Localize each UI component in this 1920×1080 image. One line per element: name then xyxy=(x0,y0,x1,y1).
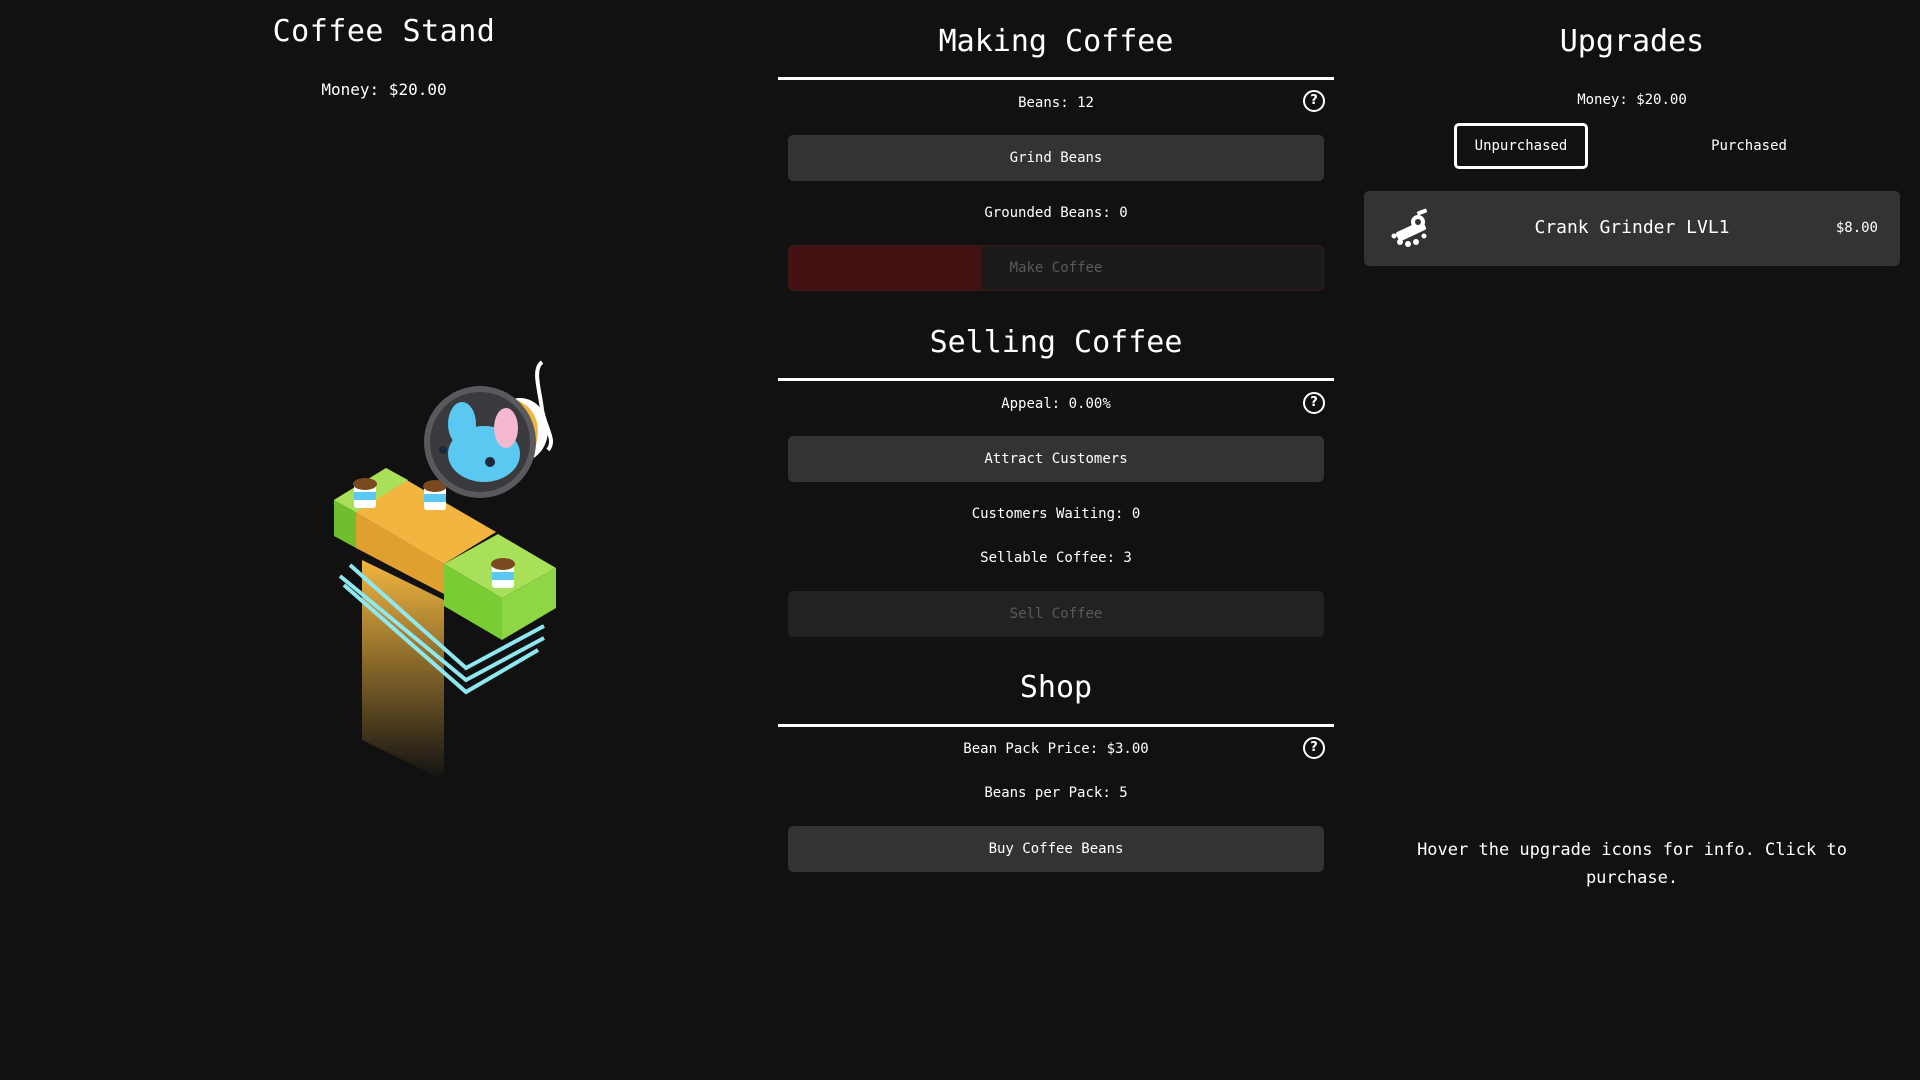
grounded-beans-count: Grounded Beans: 0 xyxy=(984,205,1128,221)
appeal-value: Appeal: 0.00% xyxy=(1001,396,1111,412)
sell-coffee-button[interactable]: Sell Coffee xyxy=(788,591,1324,637)
bean-pack-price: Bean Pack Price: $3.00 xyxy=(963,741,1149,757)
shop-help-icon[interactable]: ? xyxy=(1303,737,1325,759)
shop-title: Shop xyxy=(1019,670,1093,705)
coffee-stand-title: Coffee Stand xyxy=(272,14,496,49)
stand-leg xyxy=(362,560,444,780)
sellable-coffee-count: Sellable Coffee: 3 xyxy=(980,550,1132,566)
shop-divider xyxy=(778,724,1334,727)
coffee-stand-illustration xyxy=(334,360,556,780)
mouse-mascot xyxy=(424,360,553,498)
upgrade-name: Crank Grinder LVL1 xyxy=(1534,217,1730,238)
upgrades-title: Upgrades xyxy=(1559,24,1705,59)
upgrade-price: $8.00 xyxy=(1835,220,1878,236)
make-coffee-progress xyxy=(789,246,982,290)
selling-coffee-title: Selling Coffee xyxy=(929,325,1183,360)
upgrades-hint: Hover the upgrade icons for info. Click … xyxy=(1417,840,1847,888)
selling-divider xyxy=(778,378,1334,381)
make-coffee-button[interactable]: Make Coffee xyxy=(788,245,1324,291)
customers-waiting-count: Customers Waiting: 0 xyxy=(971,506,1141,522)
making-divider xyxy=(778,77,1334,80)
making-help-icon[interactable]: ? xyxy=(1303,90,1325,112)
beans-count: Beans: 12 xyxy=(1018,95,1094,111)
coffee-cup xyxy=(423,480,447,510)
attract-customers-button[interactable]: Attract Customers xyxy=(788,436,1324,482)
making-coffee-title: Making Coffee xyxy=(938,24,1174,59)
upgrade-item-crank-grinder[interactable]: Crank Grinder LVL1 $8.00 xyxy=(1364,191,1900,266)
coffee-stand-money: Money: $20.00 xyxy=(321,80,447,99)
tab-unpurchased[interactable]: Unpurchased xyxy=(1454,123,1588,169)
coffee-cup xyxy=(353,478,377,508)
beans-per-pack: Beans per Pack: 5 xyxy=(984,785,1128,801)
grind-beans-button[interactable]: Grind Beans xyxy=(788,135,1324,181)
buy-coffee-beans-button[interactable]: Buy Coffee Beans xyxy=(788,826,1324,872)
tab-purchased[interactable]: Purchased xyxy=(1682,123,1816,169)
selling-help-icon[interactable]: ? xyxy=(1303,392,1325,414)
upgrades-money: Money: $20.00 xyxy=(1577,92,1687,108)
make-coffee-label: Make Coffee xyxy=(1009,260,1103,276)
coffee-cup xyxy=(491,558,515,588)
